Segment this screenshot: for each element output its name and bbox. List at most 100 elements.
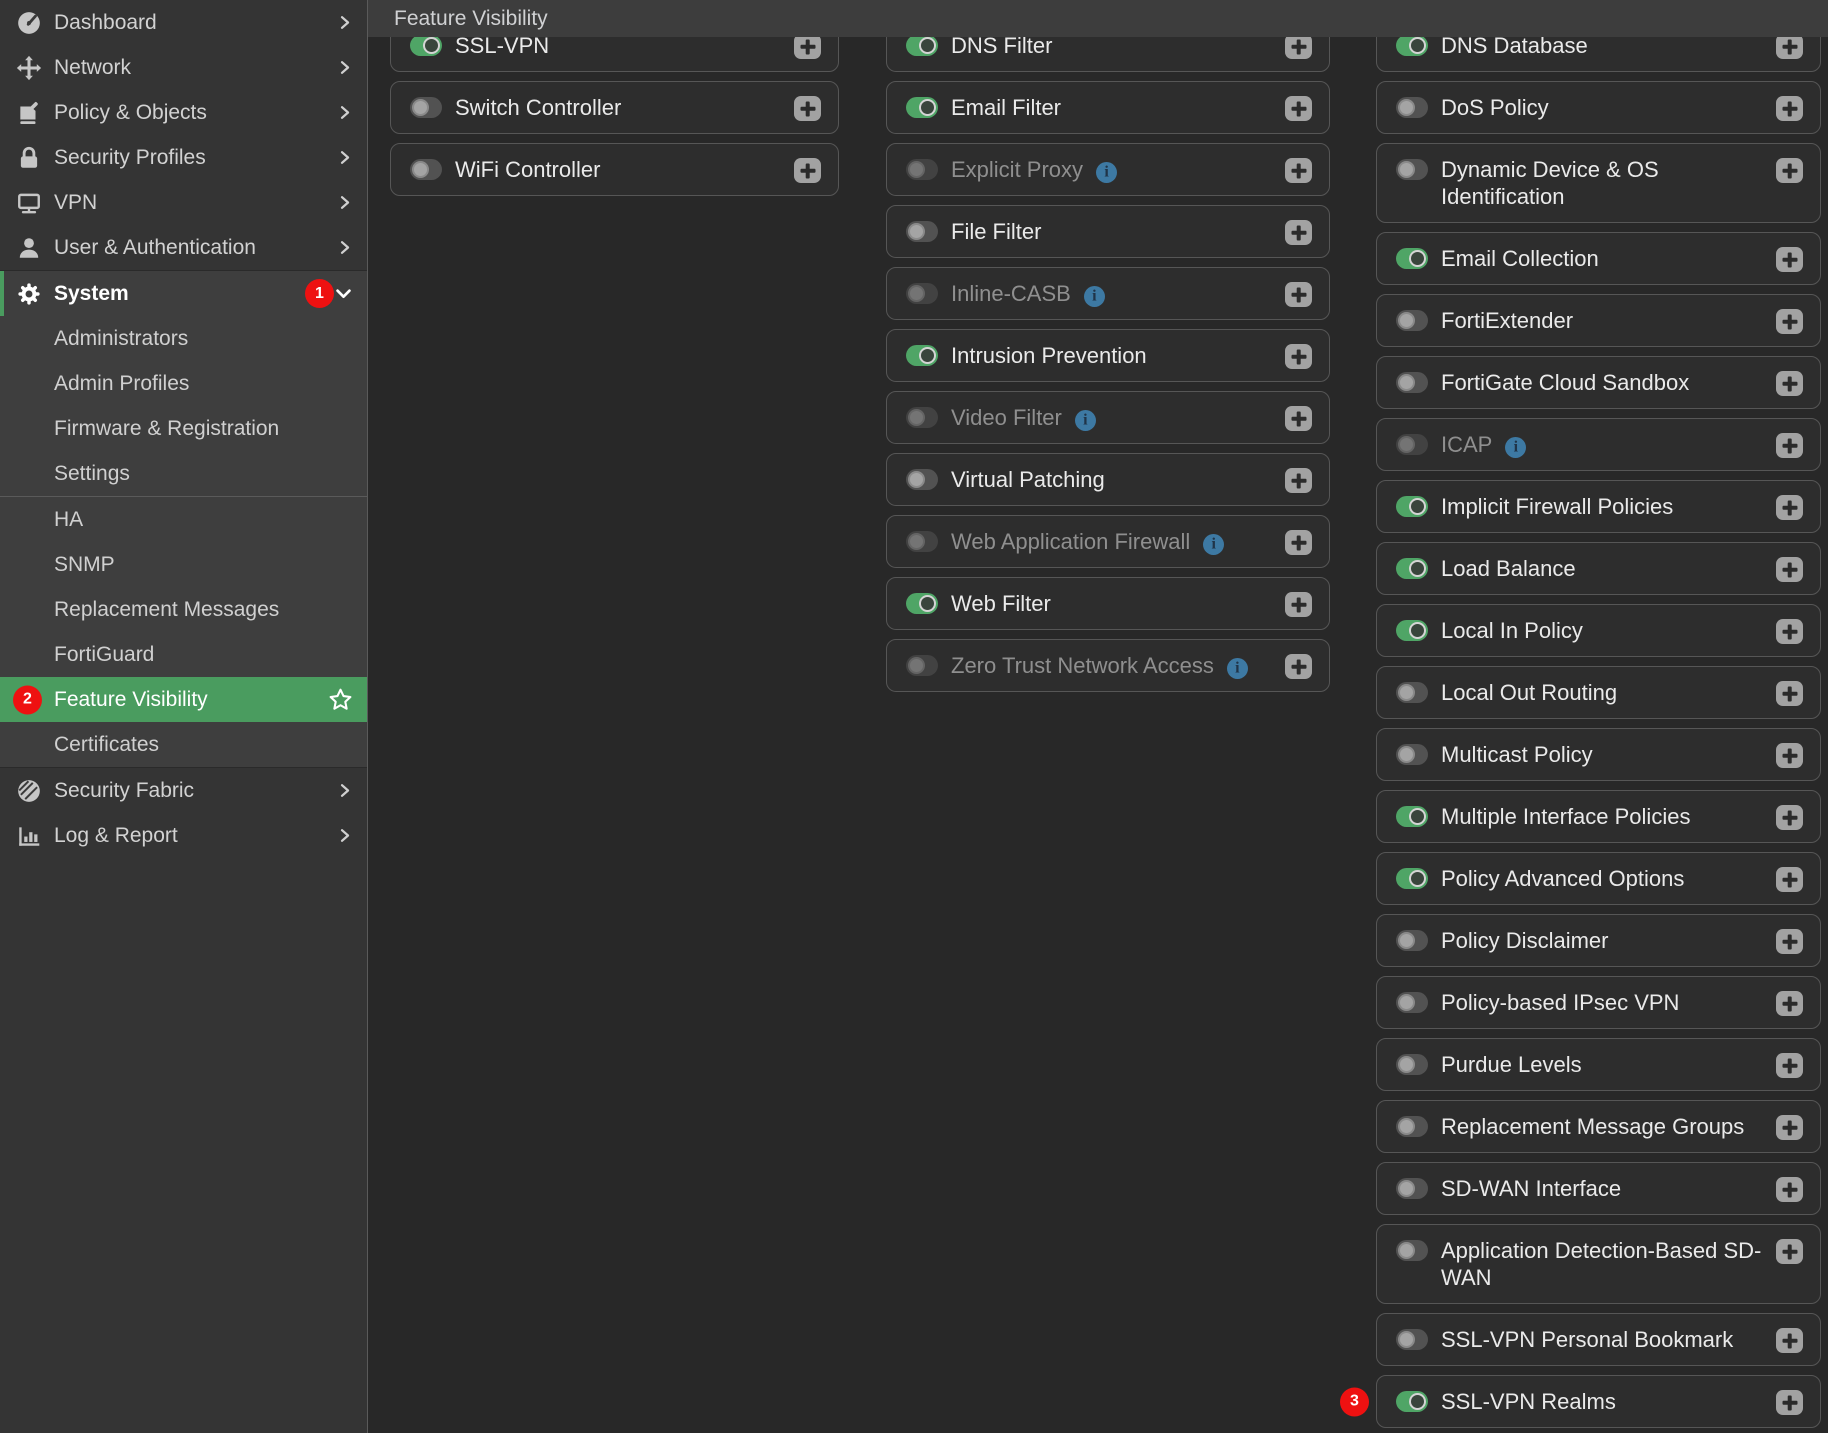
policy-based-ipsec-vpn-add-button[interactable] (1776, 991, 1803, 1016)
application-detection-based-sd-wan-toggle[interactable] (1396, 1240, 1428, 1261)
sidebar-item-ha[interactable]: HA (0, 497, 367, 542)
dos-policy-toggle[interactable] (1396, 97, 1428, 118)
sidebar-item-feature-visibility[interactable]: 2Feature Visibility (0, 677, 367, 722)
ssl-vpn-realms-toggle[interactable] (1396, 1391, 1428, 1412)
file-filter-toggle[interactable] (906, 221, 938, 242)
sidebar-item-system[interactable]: System1 (0, 271, 367, 316)
inline-casb-add-button[interactable] (1285, 282, 1312, 307)
multiple-interface-policies-add-button[interactable] (1776, 805, 1803, 830)
icap-add-button[interactable] (1776, 433, 1803, 458)
switch-controller-add-button[interactable] (794, 96, 821, 121)
intrusion-prevention-toggle[interactable] (906, 345, 938, 366)
feature-card-inline-casb: Inline-CASB (886, 267, 1330, 320)
implicit-firewall-policies-toggle[interactable] (1396, 496, 1428, 517)
ssl-vpn-personal-bookmark-add-button[interactable] (1776, 1328, 1803, 1353)
sidebar-item-admin-profiles[interactable]: Admin Profiles (0, 361, 367, 406)
fortigate-cloud-sandbox-toggle[interactable] (1396, 372, 1428, 393)
video-filter-toggle[interactable] (906, 407, 938, 428)
info-icon[interactable] (1505, 437, 1526, 458)
sidebar-item-vpn[interactable]: VPN (0, 180, 367, 225)
virtual-patching-add-button[interactable] (1285, 468, 1312, 493)
switch-controller-toggle[interactable] (410, 97, 442, 118)
zero-trust-network-access-add-button[interactable] (1285, 654, 1312, 679)
policy-disclaimer-toggle[interactable] (1396, 930, 1428, 951)
sidebar-item-firmware-registration[interactable]: Firmware & Registration (0, 406, 367, 451)
policy-disclaimer-add-button[interactable] (1776, 929, 1803, 954)
local-in-policy-toggle[interactable] (1396, 620, 1428, 641)
fortiextender-toggle[interactable] (1396, 310, 1428, 331)
sidebar-item-dashboard[interactable]: Dashboard (0, 0, 367, 45)
sd-wan-interface-add-button[interactable] (1776, 1177, 1803, 1202)
replacement-message-groups-add-button[interactable] (1776, 1115, 1803, 1140)
sidebar-item-policy-objects[interactable]: Policy & Objects (0, 90, 367, 135)
dns-database-add-button[interactable] (1776, 34, 1803, 59)
fortiextender-add-button[interactable] (1776, 309, 1803, 334)
local-out-routing-toggle[interactable] (1396, 682, 1428, 703)
wifi-controller-toggle[interactable] (410, 159, 442, 180)
sidebar-item-replacement-messages[interactable]: Replacement Messages (0, 587, 367, 632)
local-in-policy-add-button[interactable] (1776, 619, 1803, 644)
policy-advanced-options-add-button[interactable] (1776, 867, 1803, 892)
web-application-firewall-toggle[interactable] (906, 531, 938, 552)
load-balance-toggle[interactable] (1396, 558, 1428, 579)
favorite-star-icon[interactable] (328, 687, 353, 712)
policy-based-ipsec-vpn-toggle[interactable] (1396, 992, 1428, 1013)
web-application-firewall-add-button[interactable] (1285, 530, 1312, 555)
info-icon[interactable] (1096, 162, 1117, 183)
sidebar-item-security-profiles[interactable]: Security Profiles (0, 135, 367, 180)
sidebar-item-snmp[interactable]: SNMP (0, 542, 367, 587)
dns-filter-add-button[interactable] (1285, 34, 1312, 59)
info-icon[interactable] (1084, 286, 1105, 307)
multicast-policy-toggle[interactable] (1396, 744, 1428, 765)
sidebar-item-administrators[interactable]: Administrators (0, 316, 367, 361)
file-filter-add-button[interactable] (1285, 220, 1312, 245)
dos-policy-add-button[interactable] (1776, 96, 1803, 121)
replacement-message-groups-toggle[interactable] (1396, 1116, 1428, 1137)
sidebar-item-settings[interactable]: Settings (0, 451, 367, 496)
sidebar-item-user-authentication[interactable]: User & Authentication (0, 225, 367, 270)
info-icon[interactable] (1203, 534, 1224, 555)
explicit-proxy-toggle[interactable] (906, 159, 938, 180)
dns-database-toggle[interactable] (1396, 35, 1428, 56)
intrusion-prevention-add-button[interactable] (1285, 344, 1312, 369)
email-collection-toggle[interactable] (1396, 248, 1428, 269)
wifi-controller-add-button[interactable] (794, 158, 821, 183)
multiple-interface-policies-toggle[interactable] (1396, 806, 1428, 827)
policy-advanced-options-toggle[interactable] (1396, 868, 1428, 889)
dynamic-device-os-identification-toggle[interactable] (1396, 159, 1428, 180)
icap-toggle[interactable] (1396, 434, 1428, 455)
web-filter-add-button[interactable] (1285, 592, 1312, 617)
fortigate-cloud-sandbox-add-button[interactable] (1776, 371, 1803, 396)
sidebar-item-security-fabric[interactable]: Security Fabric (0, 768, 367, 813)
ssl-vpn-personal-bookmark-toggle[interactable] (1396, 1329, 1428, 1350)
sidebar-item-certificates[interactable]: Certificates (0, 722, 367, 767)
web-filter-toggle[interactable] (906, 593, 938, 614)
sidebar-item-fortiguard[interactable]: FortiGuard (0, 632, 367, 677)
ssl-vpn-add-button[interactable] (794, 34, 821, 59)
ssl-vpn-toggle[interactable] (410, 35, 442, 56)
local-out-routing-add-button[interactable] (1776, 681, 1803, 706)
dynamic-device-os-identification-add-button[interactable] (1776, 158, 1803, 183)
sidebar-item-network[interactable]: Network (0, 45, 367, 90)
email-filter-toggle[interactable] (906, 97, 938, 118)
zero-trust-network-access-toggle[interactable] (906, 655, 938, 676)
inline-casb-toggle[interactable] (906, 283, 938, 304)
sd-wan-interface-toggle[interactable] (1396, 1178, 1428, 1199)
virtual-patching-toggle[interactable] (906, 469, 938, 490)
application-detection-based-sd-wan-add-button[interactable] (1776, 1239, 1803, 1264)
purdue-levels-add-button[interactable] (1776, 1053, 1803, 1078)
implicit-firewall-policies-add-button[interactable] (1776, 495, 1803, 520)
multicast-policy-add-button[interactable] (1776, 743, 1803, 768)
explicit-proxy-add-button[interactable] (1285, 158, 1312, 183)
purdue-levels-toggle[interactable] (1396, 1054, 1428, 1075)
dns-filter-toggle[interactable] (906, 35, 938, 56)
load-balance-add-button[interactable] (1776, 557, 1803, 582)
sidebar-item-log-report[interactable]: Log & Report (0, 813, 367, 858)
ssl-vpn-realms-add-button[interactable] (1776, 1390, 1803, 1415)
info-icon[interactable] (1075, 410, 1096, 431)
email-filter-add-button[interactable] (1285, 96, 1312, 121)
email-collection-add-button[interactable] (1776, 247, 1803, 272)
video-filter-add-button[interactable] (1285, 406, 1312, 431)
feature-label: Intrusion Prevention (951, 342, 1147, 369)
info-icon[interactable] (1227, 658, 1248, 679)
